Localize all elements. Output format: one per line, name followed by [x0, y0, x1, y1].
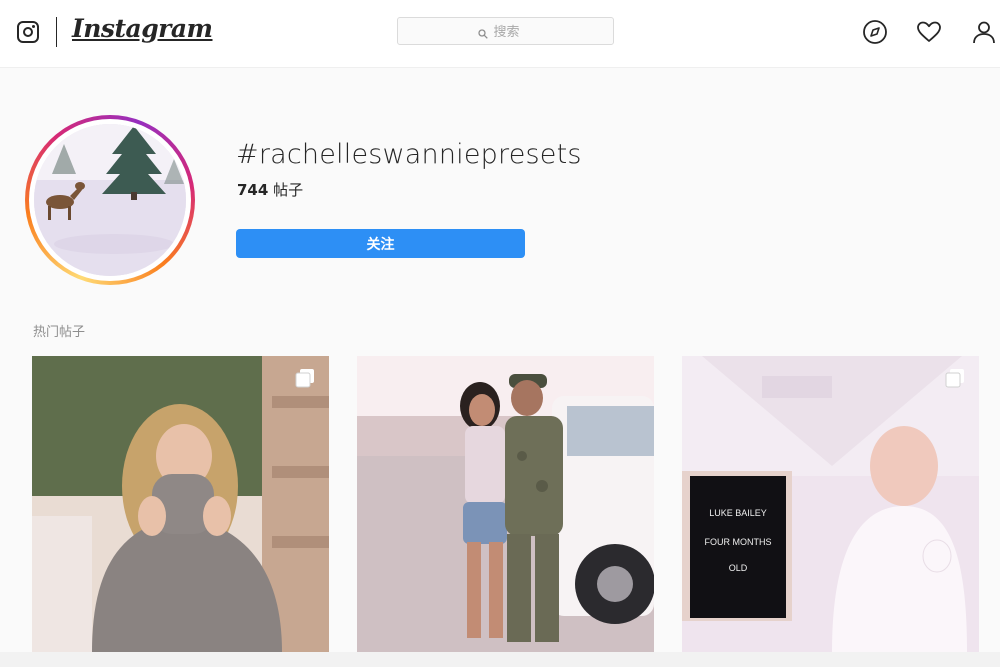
compass-explore-icon[interactable] [862, 19, 888, 45]
post-count-unit: 帖子 [268, 181, 304, 199]
top-post-2[interactable] [357, 356, 654, 652]
page-bottom-edge [0, 652, 1000, 667]
post-count: 744 帖子 [237, 179, 303, 200]
top-post-1[interactable] [32, 356, 329, 652]
hashtag-avatar-ring [25, 115, 195, 285]
top-posts-heading: 热门帖子 [33, 325, 86, 340]
search-icon [477, 26, 488, 39]
top-post-3[interactable]: LUKE BAILEY FOUR MONTHS OLD [682, 356, 979, 652]
post-count-number: 744 [237, 181, 269, 199]
profile-icon[interactable] [971, 19, 997, 45]
nav-divider [56, 17, 57, 47]
top-navigation: Instagram [0, 0, 1000, 68]
hashtag-avatar-image [34, 124, 186, 276]
instagram-wordmark-logo[interactable]: Instagram [72, 14, 213, 43]
instagram-camera-icon[interactable] [17, 21, 39, 43]
letter-board-line-2: FOUR MONTHS [705, 537, 772, 547]
search-box[interactable] [397, 17, 614, 45]
letter-board-line-3: OLD [729, 563, 748, 573]
follow-button[interactable]: 关注 [236, 229, 525, 258]
search-input[interactable] [493, 23, 534, 39]
hashtag-title: #rachelleswanniepresets [236, 139, 582, 170]
multiple-photos-icon [945, 368, 965, 388]
letter-board-line-1: LUKE BAILEY [709, 508, 767, 518]
multiple-photos-icon [295, 368, 315, 388]
heart-activity-icon[interactable] [916, 19, 942, 45]
